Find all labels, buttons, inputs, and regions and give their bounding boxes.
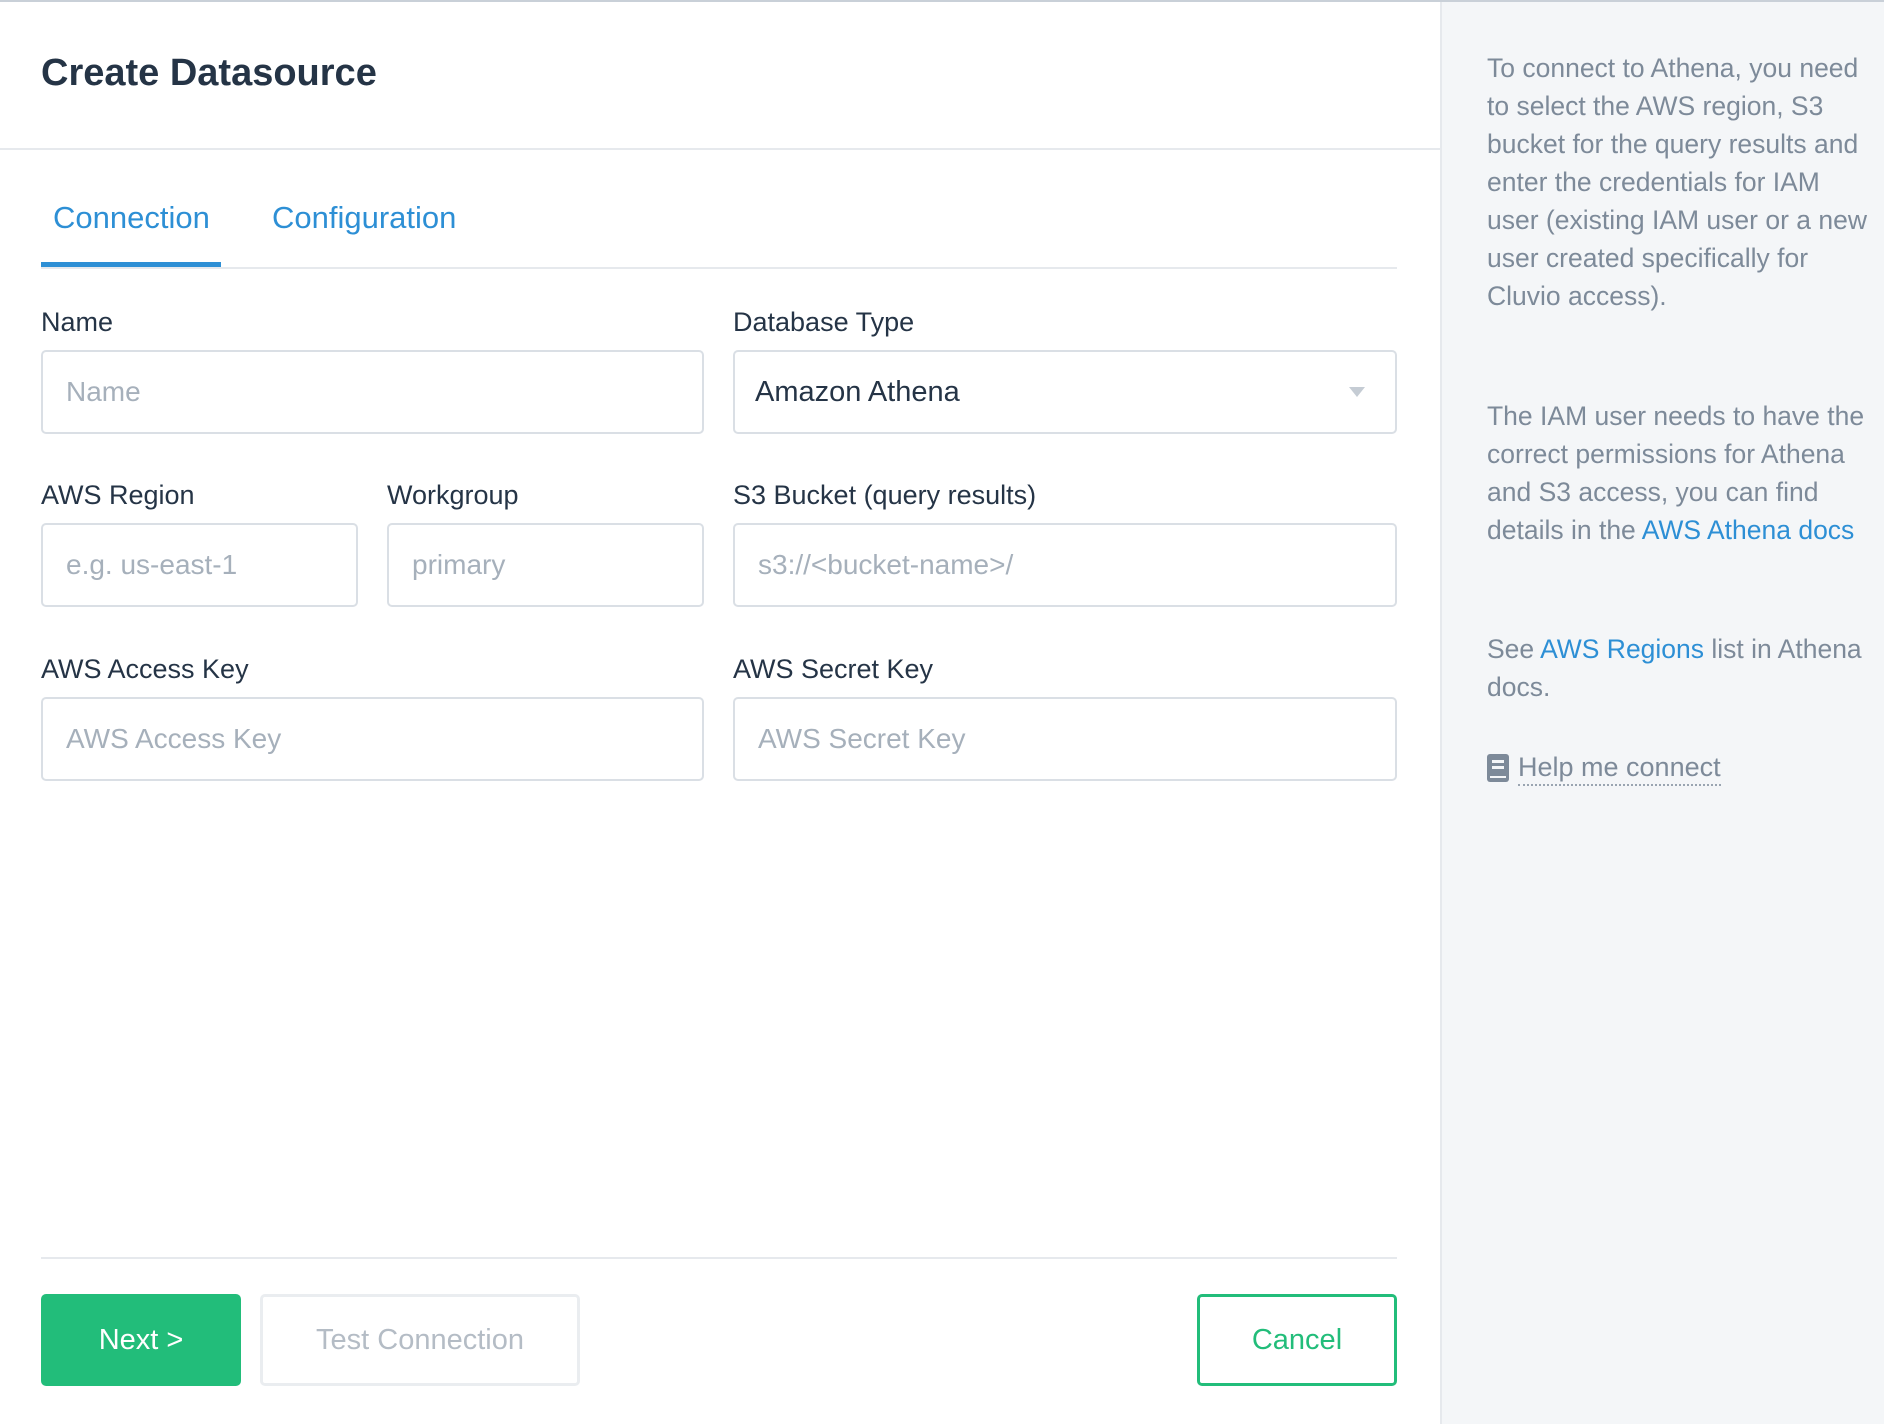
aws-regions-link[interactable]: AWS Regions: [1540, 634, 1704, 664]
create-datasource-dialog: Create Datasource Connection Configurati…: [0, 2, 1440, 1424]
database-type-label: Database Type: [733, 307, 915, 337]
header-divider: [0, 148, 1440, 150]
tab-connection[interactable]: Connection: [53, 200, 210, 236]
next-button[interactable]: Next >: [41, 1294, 241, 1386]
book-icon: [1487, 754, 1509, 782]
active-tab-indicator: [41, 262, 221, 267]
aws-athena-docs-link[interactable]: AWS Athena docs: [1642, 515, 1855, 545]
workgroup-input[interactable]: [387, 523, 704, 607]
database-type-select[interactable]: Amazon Athena: [733, 350, 1397, 434]
aws-access-key-label: AWS Access Key: [41, 654, 249, 684]
aws-access-key-input[interactable]: [41, 697, 704, 781]
name-input[interactable]: [41, 350, 704, 434]
s3-bucket-input[interactable]: [733, 523, 1397, 607]
help-me-connect-link[interactable]: Help me connect: [1487, 750, 1721, 786]
aws-region-input[interactable]: [41, 523, 358, 607]
name-label: Name: [41, 307, 114, 337]
footer-divider: [41, 1257, 1397, 1259]
page-title: Create Datasource: [41, 52, 377, 94]
database-type-value: Amazon Athena: [755, 375, 960, 408]
test-connection-button[interactable]: Test Connection: [260, 1294, 580, 1386]
help-regions-text: See AWS Regions list in Athena docs.: [1487, 630, 1867, 706]
aws-region-label: AWS Region: [41, 480, 195, 510]
help-me-connect-label: Help me connect: [1518, 750, 1721, 786]
cancel-button[interactable]: Cancel: [1197, 1294, 1397, 1386]
tab-configuration[interactable]: Configuration: [272, 200, 456, 236]
aws-secret-key-input[interactable]: [733, 697, 1397, 781]
s3-bucket-label: S3 Bucket (query results): [733, 480, 1037, 510]
help-regions-prefix: See: [1487, 634, 1535, 664]
workgroup-label: Workgroup: [387, 480, 519, 510]
tab-bar: Connection Configuration: [41, 190, 1397, 269]
help-intro-text: To connect to Athena, you need to select…: [1487, 53, 1867, 311]
help-sidebar: To connect to Athena, you need to select…: [1440, 2, 1884, 1424]
help-permissions-text: The IAM user needs to have the correct p…: [1487, 397, 1867, 549]
aws-secret-key-label: AWS Secret Key: [733, 654, 934, 684]
caret-down-icon: [1349, 387, 1365, 397]
